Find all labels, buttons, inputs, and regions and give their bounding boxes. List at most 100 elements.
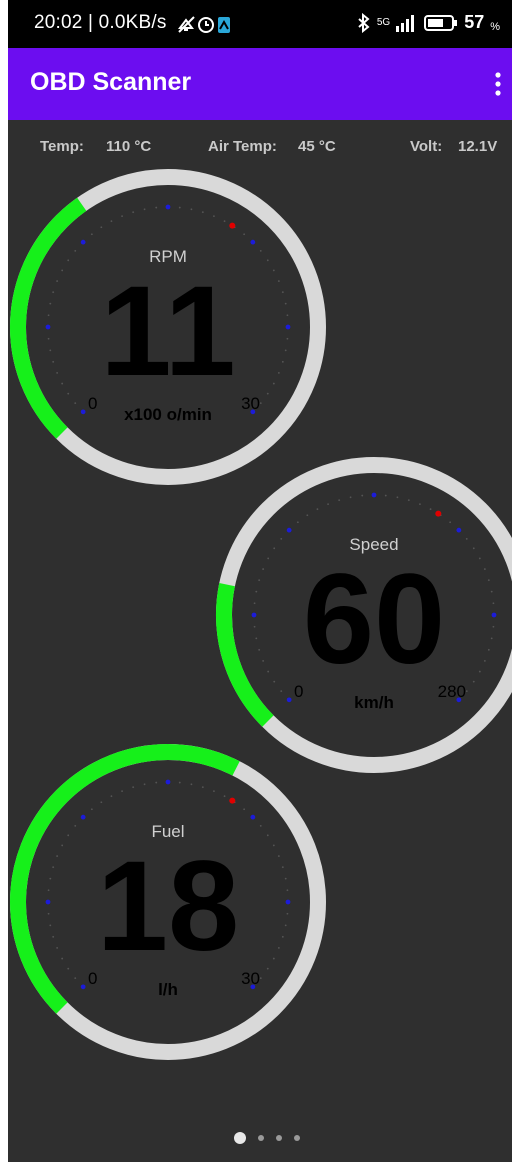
gauge-minor-tick [178,781,181,784]
gauge-minor-tick [478,670,481,673]
gauge-minor-tick [487,579,490,582]
gauge-redline-marker [229,222,236,229]
gauge-minor-tick [67,967,70,970]
gauge-major-tick [250,814,256,820]
gauge-major-tick [80,814,86,820]
gauge-minor-tick [490,590,493,593]
gauge-minor-tick [143,783,146,786]
gauge-minor-tick [67,259,70,262]
gauge-minor-tick [327,503,329,506]
gauge-minor-tick [49,349,52,352]
gauge-unit-fuel: l/h [158,980,178,999]
gauge-minor-tick [407,499,410,502]
gauge-minor-tick [201,786,204,789]
gauge-minor-tick [492,602,495,605]
page-dot[interactable] [294,1135,300,1141]
gauge-minor-tick [277,280,280,282]
gauge-fill-speed [216,582,274,727]
gauge-major-tick [250,239,256,245]
gauge-minor-tick [259,977,262,980]
gauge-minor-tick [266,392,269,395]
gauge-minor-tick [259,824,262,827]
gauge-minor-tick [281,866,284,869]
gauge-major-tick [285,324,291,330]
gauge-minor-tick [262,660,265,662]
gauge-minor-tick [267,557,270,560]
gauge-minor-tick [74,402,77,405]
gauge-minor-tick [90,808,93,811]
gauge-minor-tick [277,855,280,857]
page-dot[interactable] [276,1135,282,1141]
gauge-min-speed: 0 [294,682,303,701]
gauge-minor-tick [316,508,319,511]
gauge-max-speed: 280 [438,682,466,701]
gauge-value-fuel: 18 [97,835,239,978]
gauge-major-tick [45,899,51,905]
gauge-minor-tick [472,680,475,683]
gauge-minor-tick [213,790,215,793]
gauge-redline-marker [229,797,236,804]
gauge-minor-tick [465,690,468,693]
gauge-minor-tick [259,249,262,252]
gauge-minor-tick [483,568,486,570]
gauge-minor-tick [47,912,50,915]
gauge-minor-tick [266,259,269,262]
gauge-minor-tick [396,496,399,499]
gauge-minor-tick [49,877,52,880]
page-dot[interactable] [258,1135,264,1141]
gauge-minor-tick [262,568,265,570]
gauge-minor-tick [52,935,55,938]
gauge-minor-tick [487,648,490,651]
gauge-minor-tick [286,337,289,340]
gauge-minor-tick [273,680,276,683]
gauge-minor-tick [286,889,289,892]
gauge-minor-tick [100,801,103,804]
gauge-minor-tick [286,912,289,915]
gauge-minor-tick [284,349,287,352]
gauge-minor-tick [49,924,52,927]
gauge-major-tick [165,204,171,210]
gauge-minor-tick [100,226,103,229]
gauge-min-fuel: 0 [88,969,97,988]
gauge-minor-tick [61,382,64,385]
gauge-minor-tick [272,269,275,272]
gauge-minor-tick [429,508,432,511]
app-screen: 20:02 | 0.0KB/s 5G 57 % OBD Scanner Temp… [8,0,512,1162]
gauge-minor-tick [190,208,193,211]
gauge-minor-tick [277,372,280,374]
gauge-redline-marker [435,510,442,517]
page-dot-active[interactable] [234,1132,246,1144]
gauge-minor-tick [272,382,275,385]
gauge-minor-tick [90,233,93,236]
gauge-unit-rpm: x100 o/min [124,405,212,424]
gauge-minor-tick [74,824,77,827]
gauge-minor-tick [155,206,158,209]
gauge-minor-tick [258,648,261,651]
gauge-minor-tick [361,494,364,497]
gauge-speed: Speed60km/h0 280 [216,457,512,773]
gauge-minor-tick [284,877,287,880]
gauge-minor-tick [56,372,59,374]
gauge-minor-tick [47,337,50,340]
gauge-minor-tick [281,360,284,363]
gauge-minor-tick [49,302,52,305]
gauge-minor-tick [255,637,258,640]
gauge-minor-tick [266,834,269,837]
gauge-minor-tick [61,957,64,960]
gauge-minor-tick [223,795,226,798]
gauge-minor-tick [110,220,113,223]
gauge-minor-tick [284,302,287,305]
gauge-major-tick [286,697,292,703]
gauge-minor-tick [52,291,55,294]
page-indicator [234,1132,300,1144]
gauge-minor-tick [478,557,481,560]
gauge-minor-tick [74,249,77,252]
gauge-minor-tick [349,496,352,499]
gauge-minor-tick [56,947,59,949]
gauge-minor-tick [243,233,246,236]
gauge-value-speed: 60 [303,548,445,691]
gauge-minor-tick [56,280,59,282]
gauge-minor-tick [190,783,193,786]
gauge-major-tick [286,527,292,533]
gauge-major-tick [45,324,51,330]
